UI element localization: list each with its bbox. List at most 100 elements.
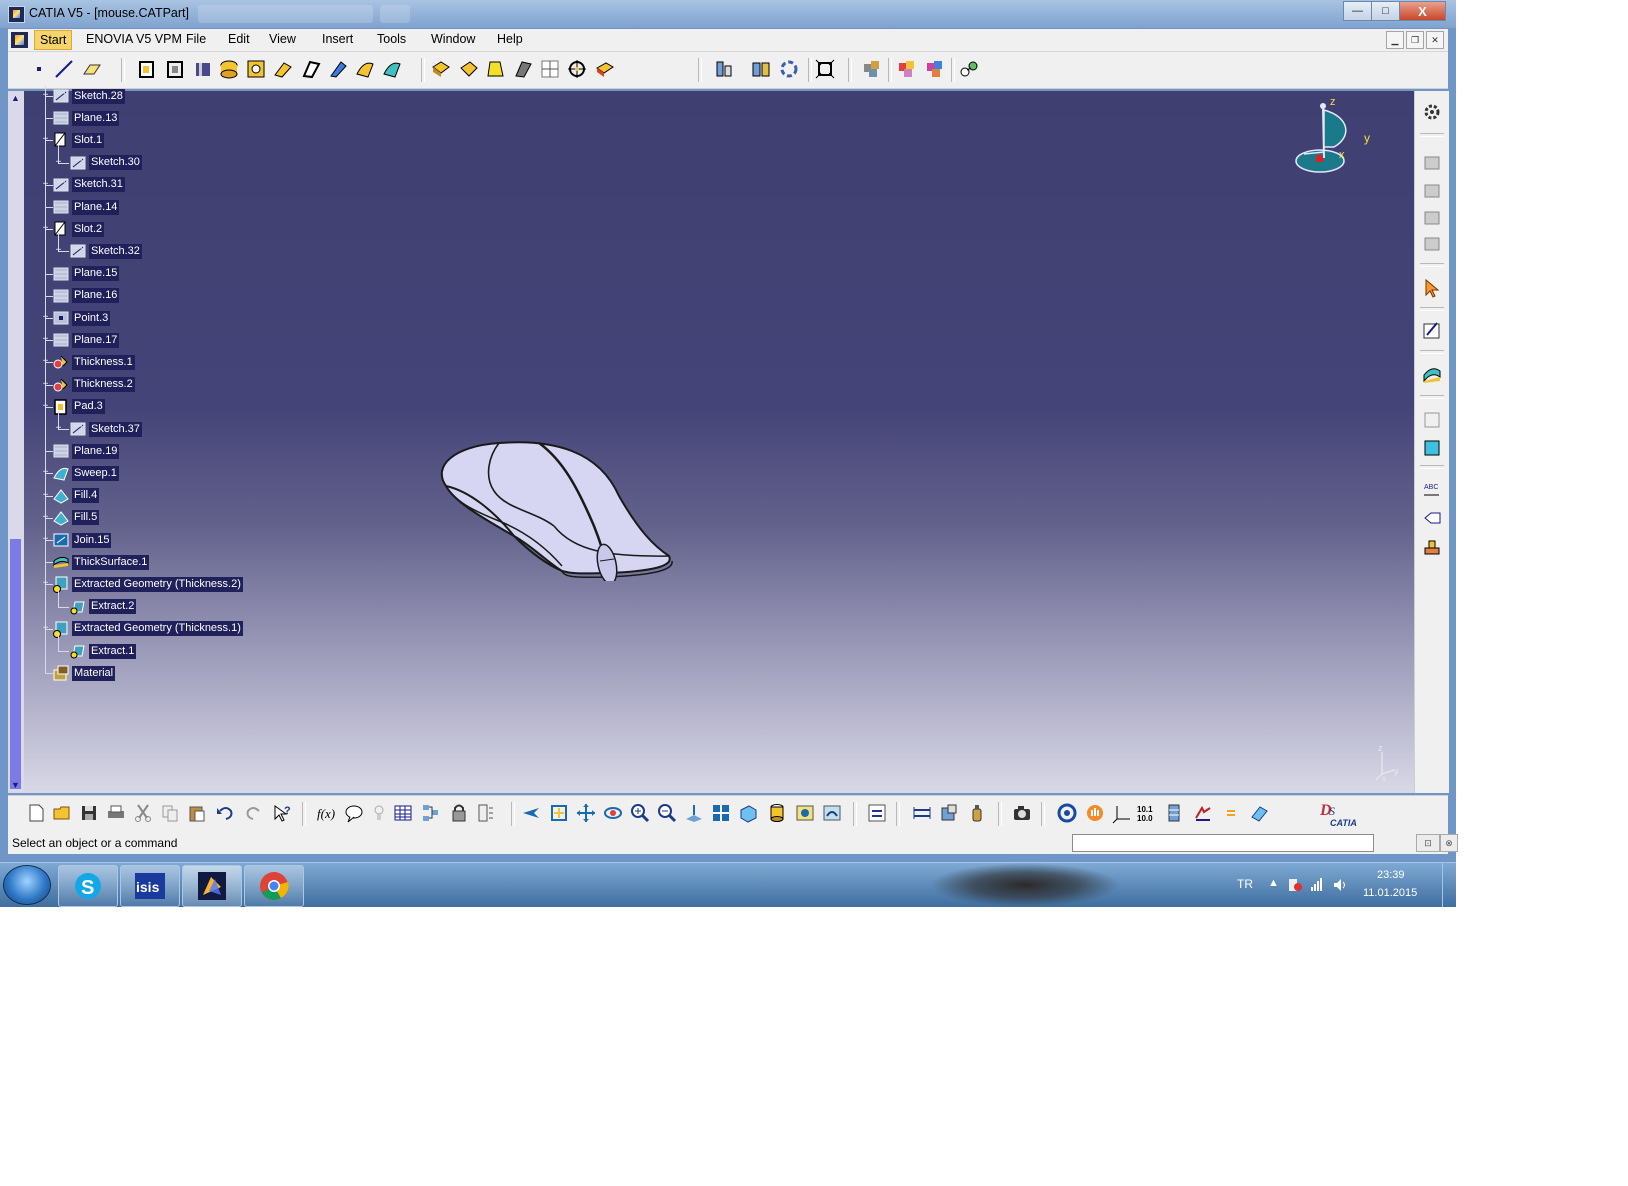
menu-window[interactable]: Window [431,32,475,46]
tree-node[interactable]: + Plane.17 [43,330,120,350]
tree-node[interactable]: Extract.2 [69,597,137,617]
clock-date[interactable]: 11.01.2015 [1363,887,1417,899]
menu-start[interactable]: Start [34,30,73,50]
tree-node[interactable]: Plane.14 [52,197,120,217]
parameters-list-icon[interactable] [475,802,497,824]
action-center-icon[interactable] [1288,878,1302,892]
body-icon[interactable] [1421,436,1443,458]
redo-icon[interactable] [243,802,265,824]
design-table-icon[interactable] [392,802,414,824]
tree-expander-icon[interactable]: + [54,245,63,256]
tree-node[interactable]: + Sketch.32 [56,241,142,261]
product-2-icon[interactable] [1421,179,1443,201]
stiffener-icon[interactable] [300,58,322,80]
annotation-text-icon[interactable]: ABC [1421,479,1443,501]
flag-note-icon[interactable] [1421,507,1443,529]
print-icon[interactable] [105,802,127,824]
snapshot-icon[interactable] [939,802,961,824]
scroll-up-arrow[interactable]: ▲ [10,93,21,104]
tree-expander-icon[interactable]: + [41,534,50,545]
shading-icon[interactable] [766,802,788,824]
tree-expander-icon[interactable]: + [41,134,50,145]
constraint-icon[interactable] [1192,802,1214,824]
tree-scrollbar[interactable]: ▲ ▼ [8,91,24,793]
translation-icon[interactable] [566,58,588,80]
lock-icon[interactable] [448,802,470,824]
tree-node[interactable]: Plane.15 [52,264,120,284]
status-button-2[interactable]: ⊗ [1440,834,1458,852]
compass-icon[interactable]: z y x [1290,92,1370,182]
graph-icon[interactable] [1164,802,1186,824]
scroll-down-arrow[interactable]: ▼ [10,780,21,791]
tree-expander-icon[interactable]: + [41,490,50,501]
fly-mode-icon[interactable] [520,802,542,824]
tree-node[interactable]: + Join.15 [43,530,112,550]
maximize-button[interactable]: □ [1371,1,1400,21]
tree-expander-icon[interactable]: + [41,223,50,234]
scene-icon[interactable] [896,58,918,80]
iso-view-icon[interactable] [737,802,759,824]
tree-node[interactable]: + Pad.3 [43,397,105,417]
show-desktop-button[interactable] [1442,863,1457,907]
cut-icon[interactable] [132,802,154,824]
doc-close-button[interactable]: ✕ [1426,31,1444,49]
new-file-icon[interactable] [25,802,47,824]
doc-minimize-button[interactable]: ▁ [1386,31,1404,49]
paste-icon[interactable] [186,802,208,824]
multi-section-icon[interactable] [381,58,403,80]
tree-node[interactable]: Extract.1 [69,641,137,661]
chamfer-icon[interactable] [458,58,480,80]
rib-icon[interactable] [245,58,267,80]
product-1-icon[interactable] [1421,151,1443,173]
scroll-thumb[interactable] [10,539,21,789]
tree-expander-icon[interactable]: + [54,423,63,434]
fit-all-in-icon[interactable] [814,58,836,80]
tree-node[interactable]: + Slot.1 [43,130,105,150]
hole-icon[interactable] [218,58,240,80]
tree-node[interactable]: + Slot.2 [43,219,105,239]
thickness-icon[interactable] [539,58,561,80]
multi-view-icon[interactable] [710,802,732,824]
measure-distance-icon[interactable] [911,802,933,824]
mouse-3d-model[interactable] [434,361,704,581]
fit-all-in-bottom-icon[interactable] [548,802,570,824]
equal-icon[interactable] [1220,802,1242,824]
rotate-icon[interactable] [602,802,624,824]
pad-icon[interactable] [136,58,158,80]
tree-node[interactable]: + Sketch.37 [56,419,142,439]
volume-icon[interactable] [1333,878,1347,892]
eraser-icon[interactable] [1248,802,1270,824]
tree-expander-icon[interactable]: + [41,356,50,367]
open-folder-icon[interactable] [51,802,73,824]
isis-taskbar-button[interactable]: isis [120,865,180,907]
pocket-icon[interactable] [164,58,186,80]
tree-expander-icon[interactable]: + [54,157,63,168]
hide-show-icon[interactable] [794,802,816,824]
save-icon[interactable] [78,802,100,824]
tree-expander-icon[interactable]: + [41,623,50,634]
zoom-out-icon[interactable] [656,802,678,824]
tree-expander-icon[interactable]: + [41,512,50,523]
tree-node[interactable]: Plane.16 [52,286,120,306]
show-hidden-icons-arrow[interactable]: ▲ [1268,877,1279,889]
catia-doc-icon[interactable] [11,32,28,48]
slot-icon[interactable] [272,58,294,80]
shell-icon[interactable] [512,58,534,80]
status-button-1[interactable]: ⊡ [1416,834,1440,852]
tree-expander-icon[interactable]: + [41,401,50,412]
tree-node[interactable]: + Sketch.28 [43,86,125,106]
menu-file[interactable]: File [186,32,206,46]
measure-item-icon[interactable] [750,58,772,80]
shaft-icon[interactable] [192,58,214,80]
copy-icon[interactable] [159,802,181,824]
tree-node[interactable]: + Extracted Geometry (Thickness.2) [43,574,243,594]
tree-expander-icon[interactable]: + [41,467,50,478]
tree-expander-icon[interactable]: + [41,334,50,345]
knowledge-advisor-icon[interactable] [343,802,365,824]
menu-insert[interactable]: Insert [322,32,353,46]
tree-expander-icon[interactable]: + [41,379,50,390]
hand-icon[interactable] [1084,802,1106,824]
catia-app-icon[interactable] [8,6,25,23]
draft-icon[interactable] [484,58,506,80]
swap-visible-space-icon[interactable] [821,802,843,824]
